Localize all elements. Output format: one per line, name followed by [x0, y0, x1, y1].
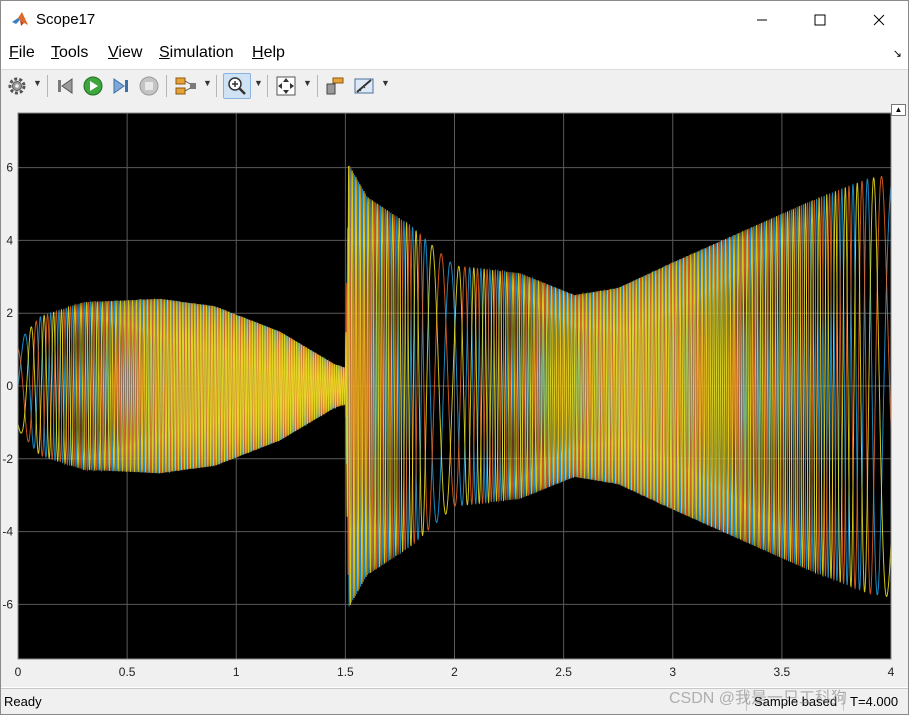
minimize-button[interactable]	[739, 1, 785, 39]
y-tick-label: -4	[2, 525, 13, 539]
menu-bar: File Tools View Simulation Help ↘	[1, 41, 908, 67]
step-back-icon	[58, 78, 73, 94]
step-forward-icon	[113, 78, 128, 94]
scope-chart[interactable]: 0 0.5 1 1.5 2 2.5 3 3.5 4 -6 -4 -2 0 2 4 6	[1, 103, 908, 687]
x-tick-label: 1	[233, 665, 240, 679]
scope-window: Scope17 File Tools View Simulation Help …	[0, 0, 909, 715]
y-tick-label: 6	[6, 161, 13, 175]
stop-button[interactable]	[138, 74, 160, 98]
minimize-icon	[757, 19, 767, 21]
toolbar-separator	[216, 75, 217, 97]
y-tick-label: 0	[6, 379, 13, 393]
sim-time: T=4.000	[850, 694, 899, 709]
watermark: CSDN @我是一只工科狗	[669, 690, 848, 707]
maximize-button[interactable]	[797, 1, 843, 39]
fit-to-view-icon	[276, 76, 296, 96]
undock-icon: ▲	[894, 105, 903, 114]
y-tick-label: 2	[6, 306, 13, 320]
y-tick-label: -2	[2, 452, 13, 466]
toolbar: ▼ ▼ ▼ ▼ ▼	[1, 69, 908, 104]
undock-plot-button[interactable]: ▲	[891, 104, 906, 116]
x-tick-label: 3	[669, 665, 676, 679]
window-title: Scope17	[36, 11, 96, 28]
scope-plot-area[interactable]: 0 0.5 1 1.5 2 2.5 3 3.5 4 -6 -4 -2 0 2 4 6 ▲	[1, 103, 908, 687]
run-icon	[83, 76, 103, 96]
x-tick-label: 0	[15, 665, 22, 679]
stop-icon	[139, 76, 159, 96]
toolbar-separator	[267, 75, 268, 97]
toolbar-separator	[166, 75, 167, 97]
x-tick-label: 3.5	[774, 665, 791, 679]
settings-icon	[8, 77, 26, 95]
measurements-button[interactable]	[353, 74, 375, 98]
signal-selector-icon	[175, 77, 196, 95]
x-tick-label: 4	[888, 665, 895, 679]
menu-file[interactable]: File	[9, 44, 35, 62]
fit-to-view-button[interactable]	[275, 74, 297, 98]
y-tick-label: 4	[6, 233, 13, 247]
measurements-dropdown-icon[interactable]: ▼	[381, 78, 390, 88]
zoom-in-icon	[228, 77, 246, 95]
settings-button[interactable]	[6, 74, 28, 98]
menu-help[interactable]: Help	[252, 44, 285, 62]
zoom-in-button[interactable]	[223, 73, 251, 99]
menu-view[interactable]: View	[108, 44, 142, 62]
x-tick-label: 2.5	[555, 665, 572, 679]
zoom-dropdown-icon[interactable]: ▼	[254, 78, 263, 88]
close-icon	[873, 14, 885, 26]
highlight-block-icon	[326, 77, 344, 95]
toolbar-separator	[317, 75, 318, 97]
signal-selector-dropdown-icon[interactable]: ▼	[203, 78, 212, 88]
matlab-logo-icon	[12, 12, 28, 26]
dock-arrow-icon[interactable]: ↘	[893, 47, 902, 60]
settings-dropdown-icon[interactable]: ▼	[33, 78, 42, 88]
y-tick-label: -6	[2, 597, 13, 611]
fit-dropdown-icon[interactable]: ▼	[303, 78, 312, 88]
menu-simulation[interactable]: Simulation	[159, 44, 234, 62]
menu-tools[interactable]: Tools	[51, 44, 88, 62]
status-text: Ready	[4, 694, 42, 709]
title-bar[interactable]: Scope17	[1, 1, 908, 39]
run-button[interactable]	[82, 74, 104, 98]
close-button[interactable]	[856, 1, 902, 39]
step-forward-button[interactable]	[110, 74, 132, 98]
toolbar-separator	[47, 75, 48, 97]
signal-selector-button[interactable]	[174, 74, 198, 98]
step-back-button[interactable]	[55, 74, 77, 98]
maximize-icon	[814, 14, 826, 26]
x-tick-label: 2	[451, 665, 458, 679]
highlight-block-button[interactable]	[324, 74, 346, 98]
measurements-icon	[354, 78, 374, 94]
x-tick-label: 0.5	[119, 665, 136, 679]
x-tick-label: 1.5	[337, 665, 354, 679]
